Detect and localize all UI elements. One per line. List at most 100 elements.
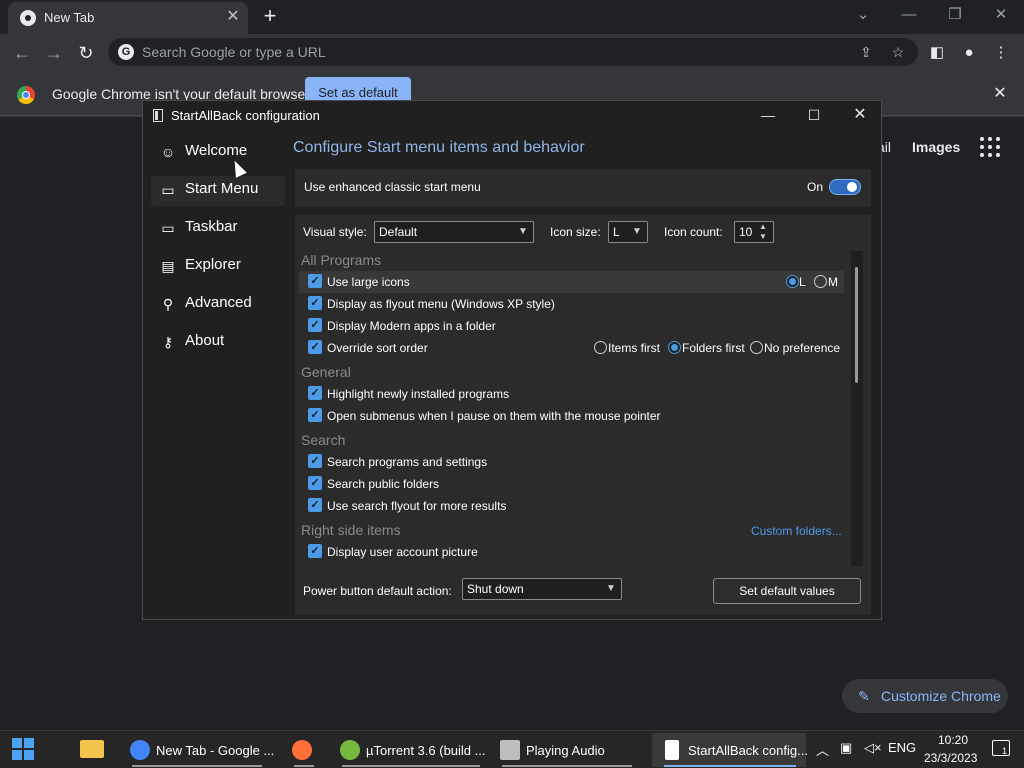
restore-button[interactable]: ❐ <box>932 0 978 32</box>
taskbar-item-label: Playing Audio <box>526 743 605 758</box>
nav-item-explorer[interactable]: ▤ Explorer <box>159 252 285 282</box>
taskbar-item-startallback[interactable]: StartAllBack config... <box>654 733 808 767</box>
power-action-value: Shut down <box>467 582 524 596</box>
tray-overflow-chevron-icon[interactable]: ︿ <box>816 740 829 759</box>
dialog-maximize-button[interactable]: ☐ <box>791 101 837 131</box>
chevron-down-icon: ▼ <box>606 583 616 594</box>
dialog-close-button[interactable]: ✕ <box>837 101 883 131</box>
icon-count-value: 10 <box>739 225 753 239</box>
dialog-title-bar[interactable]: StartAllBack configuration — ☐ ✕ <box>143 101 881 131</box>
side-panel-icon[interactable]: ◧ <box>926 42 948 64</box>
nav-item-taskbar[interactable]: ▭ Taskbar <box>159 214 285 244</box>
radio-icon-size-m[interactable] <box>814 275 827 288</box>
enhanced-menu-toggle[interactable] <box>829 179 861 195</box>
taskbar-item-chrome[interactable]: New Tab - Google ... <box>122 733 274 767</box>
customize-chrome-button[interactable]: ✎ Customize Chrome <box>842 679 1008 713</box>
reload-icon[interactable]: ↻ <box>74 41 98 65</box>
clock-time[interactable]: 10:20 <box>938 733 968 747</box>
star-icon[interactable]: ☆ <box>888 42 908 62</box>
option-modern-apps-folder[interactable]: ✓ Display Modern apps in a folder <box>301 315 841 337</box>
media-player-icon <box>500 740 520 760</box>
back-arrow-icon[interactable]: ← <box>10 41 34 65</box>
radio-icon-size-l[interactable] <box>786 275 799 288</box>
clock-date[interactable]: 23/3/2023 <box>924 751 977 765</box>
checkbox-checked[interactable]: ✓ <box>308 340 322 354</box>
nav-item-start-menu[interactable]: ▭ Start Menu <box>159 176 285 206</box>
scroll-thumb[interactable] <box>855 267 858 383</box>
google-apps-icon[interactable] <box>980 137 1000 157</box>
checkbox-checked[interactable]: ✓ <box>308 386 322 400</box>
checkbox-checked[interactable]: ✓ <box>308 498 322 512</box>
images-link[interactable]: Images <box>912 139 960 155</box>
visual-style-select[interactable]: Default ▼ <box>374 221 534 243</box>
stepper-arrows-icon[interactable]: ▲ ▼ <box>757 222 769 242</box>
checkbox-checked[interactable]: ✓ <box>308 274 322 288</box>
nav-item-about[interactable]: ⚷ About <box>159 328 285 358</box>
custom-folders-link[interactable]: Custom folders... <box>751 524 842 538</box>
option-label: Use large icons <box>327 275 410 289</box>
network-icon[interactable]: ▣ <box>840 740 852 756</box>
minimize-button[interactable]: — <box>886 0 932 32</box>
chrome-logo-icon <box>17 86 35 104</box>
icon-size-select[interactable]: L ▼ <box>608 221 648 243</box>
nav-item-advanced[interactable]: ⚲ Advanced <box>159 290 285 320</box>
volume-muted-icon[interactable]: ◁× <box>864 740 882 756</box>
notification-count: 1 <box>1002 746 1008 756</box>
option-label: Search programs and settings <box>327 455 488 469</box>
chevron-down-icon: ▼ <box>632 226 642 237</box>
option-search-flyout[interactable]: ✓ Use search flyout for more results <box>301 495 841 517</box>
dialog-minimize-button[interactable]: — <box>745 101 791 131</box>
option-flyout-menu[interactable]: ✓ Display as flyout menu (Windows XP sty… <box>301 293 841 315</box>
omnibox-input[interactable]: Search Google or type a URL <box>142 44 326 60</box>
taskbar-item-media-player[interactable]: Playing Audio <box>492 733 642 767</box>
forward-arrow-icon[interactable]: → <box>42 41 66 65</box>
checkbox-checked[interactable]: ✓ <box>308 408 322 422</box>
nav-item-welcome[interactable]: ☺ Welcome <box>159 138 285 168</box>
checkbox-checked[interactable]: ✓ <box>308 544 322 558</box>
tab-new-tab[interactable]: New Tab ✕ <box>8 2 248 34</box>
option-search-public-folders[interactable]: ✓ Search public folders <box>301 473 841 495</box>
taskbar-item-utorrent[interactable]: µTorrent 3.6 (build ... <box>332 733 490 767</box>
omnibox[interactable]: G Search Google or type a URL ⇪ ☆ <box>108 38 918 66</box>
options-scrollbar[interactable] <box>851 251 863 566</box>
radio-folders-first[interactable] <box>668 341 681 354</box>
windows-start-icon[interactable] <box>12 738 34 760</box>
group-general: General <box>301 364 351 380</box>
language-indicator[interactable]: ENG <box>888 740 916 755</box>
option-use-large-icons[interactable]: ✓ Use large icons <box>301 271 841 293</box>
checkbox-checked[interactable]: ✓ <box>308 296 322 310</box>
running-indicator <box>294 765 314 767</box>
new-tab-button[interactable]: + <box>258 4 282 28</box>
option-label: Search public folders <box>327 477 440 491</box>
option-search-programs[interactable]: ✓ Search programs and settings <box>301 451 841 473</box>
checkbox-checked[interactable]: ✓ <box>308 476 322 490</box>
close-window-button[interactable]: ✕ <box>978 0 1024 32</box>
group-search: Search <box>301 432 346 448</box>
radio-items-first[interactable] <box>594 341 607 354</box>
checkbox-checked[interactable]: ✓ <box>308 318 322 332</box>
power-action-select[interactable]: Shut down ▼ <box>462 578 622 600</box>
tab-close-icon[interactable]: ✕ <box>223 7 243 27</box>
checkbox-checked[interactable]: ✓ <box>308 454 322 468</box>
option-user-account-picture[interactable]: ✓ Display user account picture <box>301 541 841 563</box>
startallback-dialog: StartAllBack configuration — ☐ ✕ ☺ Welco… <box>142 100 882 620</box>
icon-size-value: L <box>613 225 620 239</box>
profile-icon[interactable]: ● <box>958 42 980 64</box>
option-open-submenus-on-hover[interactable]: ✓ Open submenus when I pause on them wit… <box>301 405 841 427</box>
kebab-menu-icon[interactable]: ⋮ <box>990 42 1012 64</box>
icon-count-stepper[interactable]: 10 ▲ ▼ <box>734 221 774 243</box>
pencil-icon: ✎ <box>858 688 870 704</box>
notification-center-icon[interactable]: 1 <box>992 740 1010 756</box>
share-icon[interactable]: ⇪ <box>856 42 876 62</box>
file-explorer-icon[interactable] <box>80 740 104 758</box>
tab-search-icon[interactable]: ⌄ <box>840 0 886 32</box>
option-highlight-new-programs[interactable]: ✓ Highlight newly installed programs <box>301 383 841 405</box>
set-default-values-button[interactable]: Set default values <box>713 578 861 604</box>
infobar-close-icon[interactable]: ✕ <box>990 84 1010 104</box>
radio-no-preference[interactable] <box>750 341 763 354</box>
taskbar-item-firefox[interactable] <box>284 733 324 767</box>
chrome-tab-strip: New Tab ✕ + ⌄ — ❐ ✕ <box>0 0 1024 34</box>
enhanced-menu-state: On <box>807 180 824 194</box>
nav-label: Explorer <box>185 256 241 273</box>
customize-chrome-label: Customize Chrome <box>881 688 1001 704</box>
